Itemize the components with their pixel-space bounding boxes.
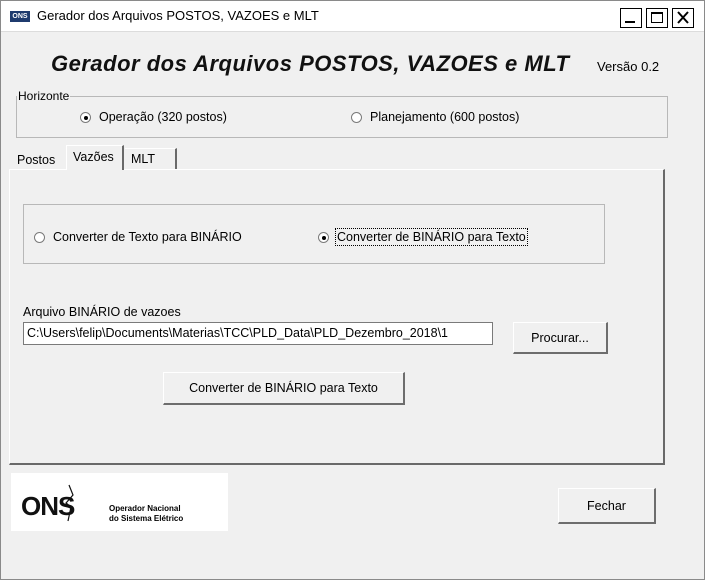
logo-letters: ONS [21, 491, 75, 521]
logo-caption-line-2: do Sistema Elétrico [109, 514, 184, 523]
maximize-button[interactable] [646, 8, 668, 28]
logo-caption-line-1: Operador Nacional [109, 504, 181, 513]
radio-operacao[interactable]: Operação (320 postos) [80, 110, 227, 124]
radio-texto-para-binario-label: Converter de Texto para BINÁRIO [53, 230, 242, 244]
ons-app-icon: ONS [10, 11, 30, 22]
radio-texto-para-binario[interactable]: Converter de Texto para BINÁRIO [34, 230, 242, 244]
tab-vazoes[interactable]: Vazões [66, 145, 124, 170]
horizonte-label: Horizonte [17, 89, 71, 103]
fechar-button[interactable]: Fechar [558, 488, 656, 524]
file-path-input[interactable]: C:\Users\felip\Documents\Materias\TCC\PL… [23, 322, 493, 345]
window-title: Gerador dos Arquivos POSTOS, VAZOES e ML… [37, 8, 319, 23]
close-icon [677, 11, 689, 24]
close-window-button[interactable] [672, 8, 694, 28]
tab-postos[interactable]: Postos [17, 153, 55, 167]
tab-mlt-label: MLT [131, 152, 156, 166]
radio-checked-icon [80, 111, 91, 123]
page-title: Gerador dos Arquivos POSTOS, VAZOES e ML… [51, 51, 570, 76]
radio-binario-para-texto-label: Converter de BINÁRIO para Texto [335, 228, 528, 246]
radio-unchecked-icon [34, 231, 45, 243]
tab-mlt[interactable]: MLT [125, 148, 177, 169]
radio-operacao-label: Operação (320 postos) [99, 110, 227, 124]
browse-button[interactable]: Procurar... [513, 322, 608, 354]
logo-caption: Operador Nacional do Sistema Elétrico [109, 504, 183, 524]
radio-planejamento[interactable]: Planejamento (600 postos) [351, 110, 519, 124]
version-label: Versão 0.2 [597, 59, 660, 74]
radio-planejamento-label: Planejamento (600 postos) [370, 110, 520, 124]
title-bar[interactable]: ONS Gerador dos Arquivos POSTOS, VAZOES … [1, 1, 704, 32]
tab-vazoes-label: Vazões [73, 150, 114, 164]
radio-unchecked-icon [351, 111, 362, 123]
ons-logo: ONS Operador Nacional do Sistema Elétric… [11, 473, 228, 531]
maximize-icon [651, 12, 663, 23]
radio-binario-para-texto[interactable]: Converter de BINÁRIO para Texto [318, 228, 528, 246]
file-label: Arquivo BINÁRIO de vazoes [23, 305, 181, 319]
convert-button[interactable]: Converter de BINÁRIO para Texto [163, 372, 405, 405]
radio-checked-icon [318, 231, 329, 243]
minimize-button[interactable] [620, 8, 642, 28]
minimize-icon [625, 21, 635, 23]
app-window: ONS Gerador dos Arquivos POSTOS, VAZOES … [0, 0, 705, 580]
